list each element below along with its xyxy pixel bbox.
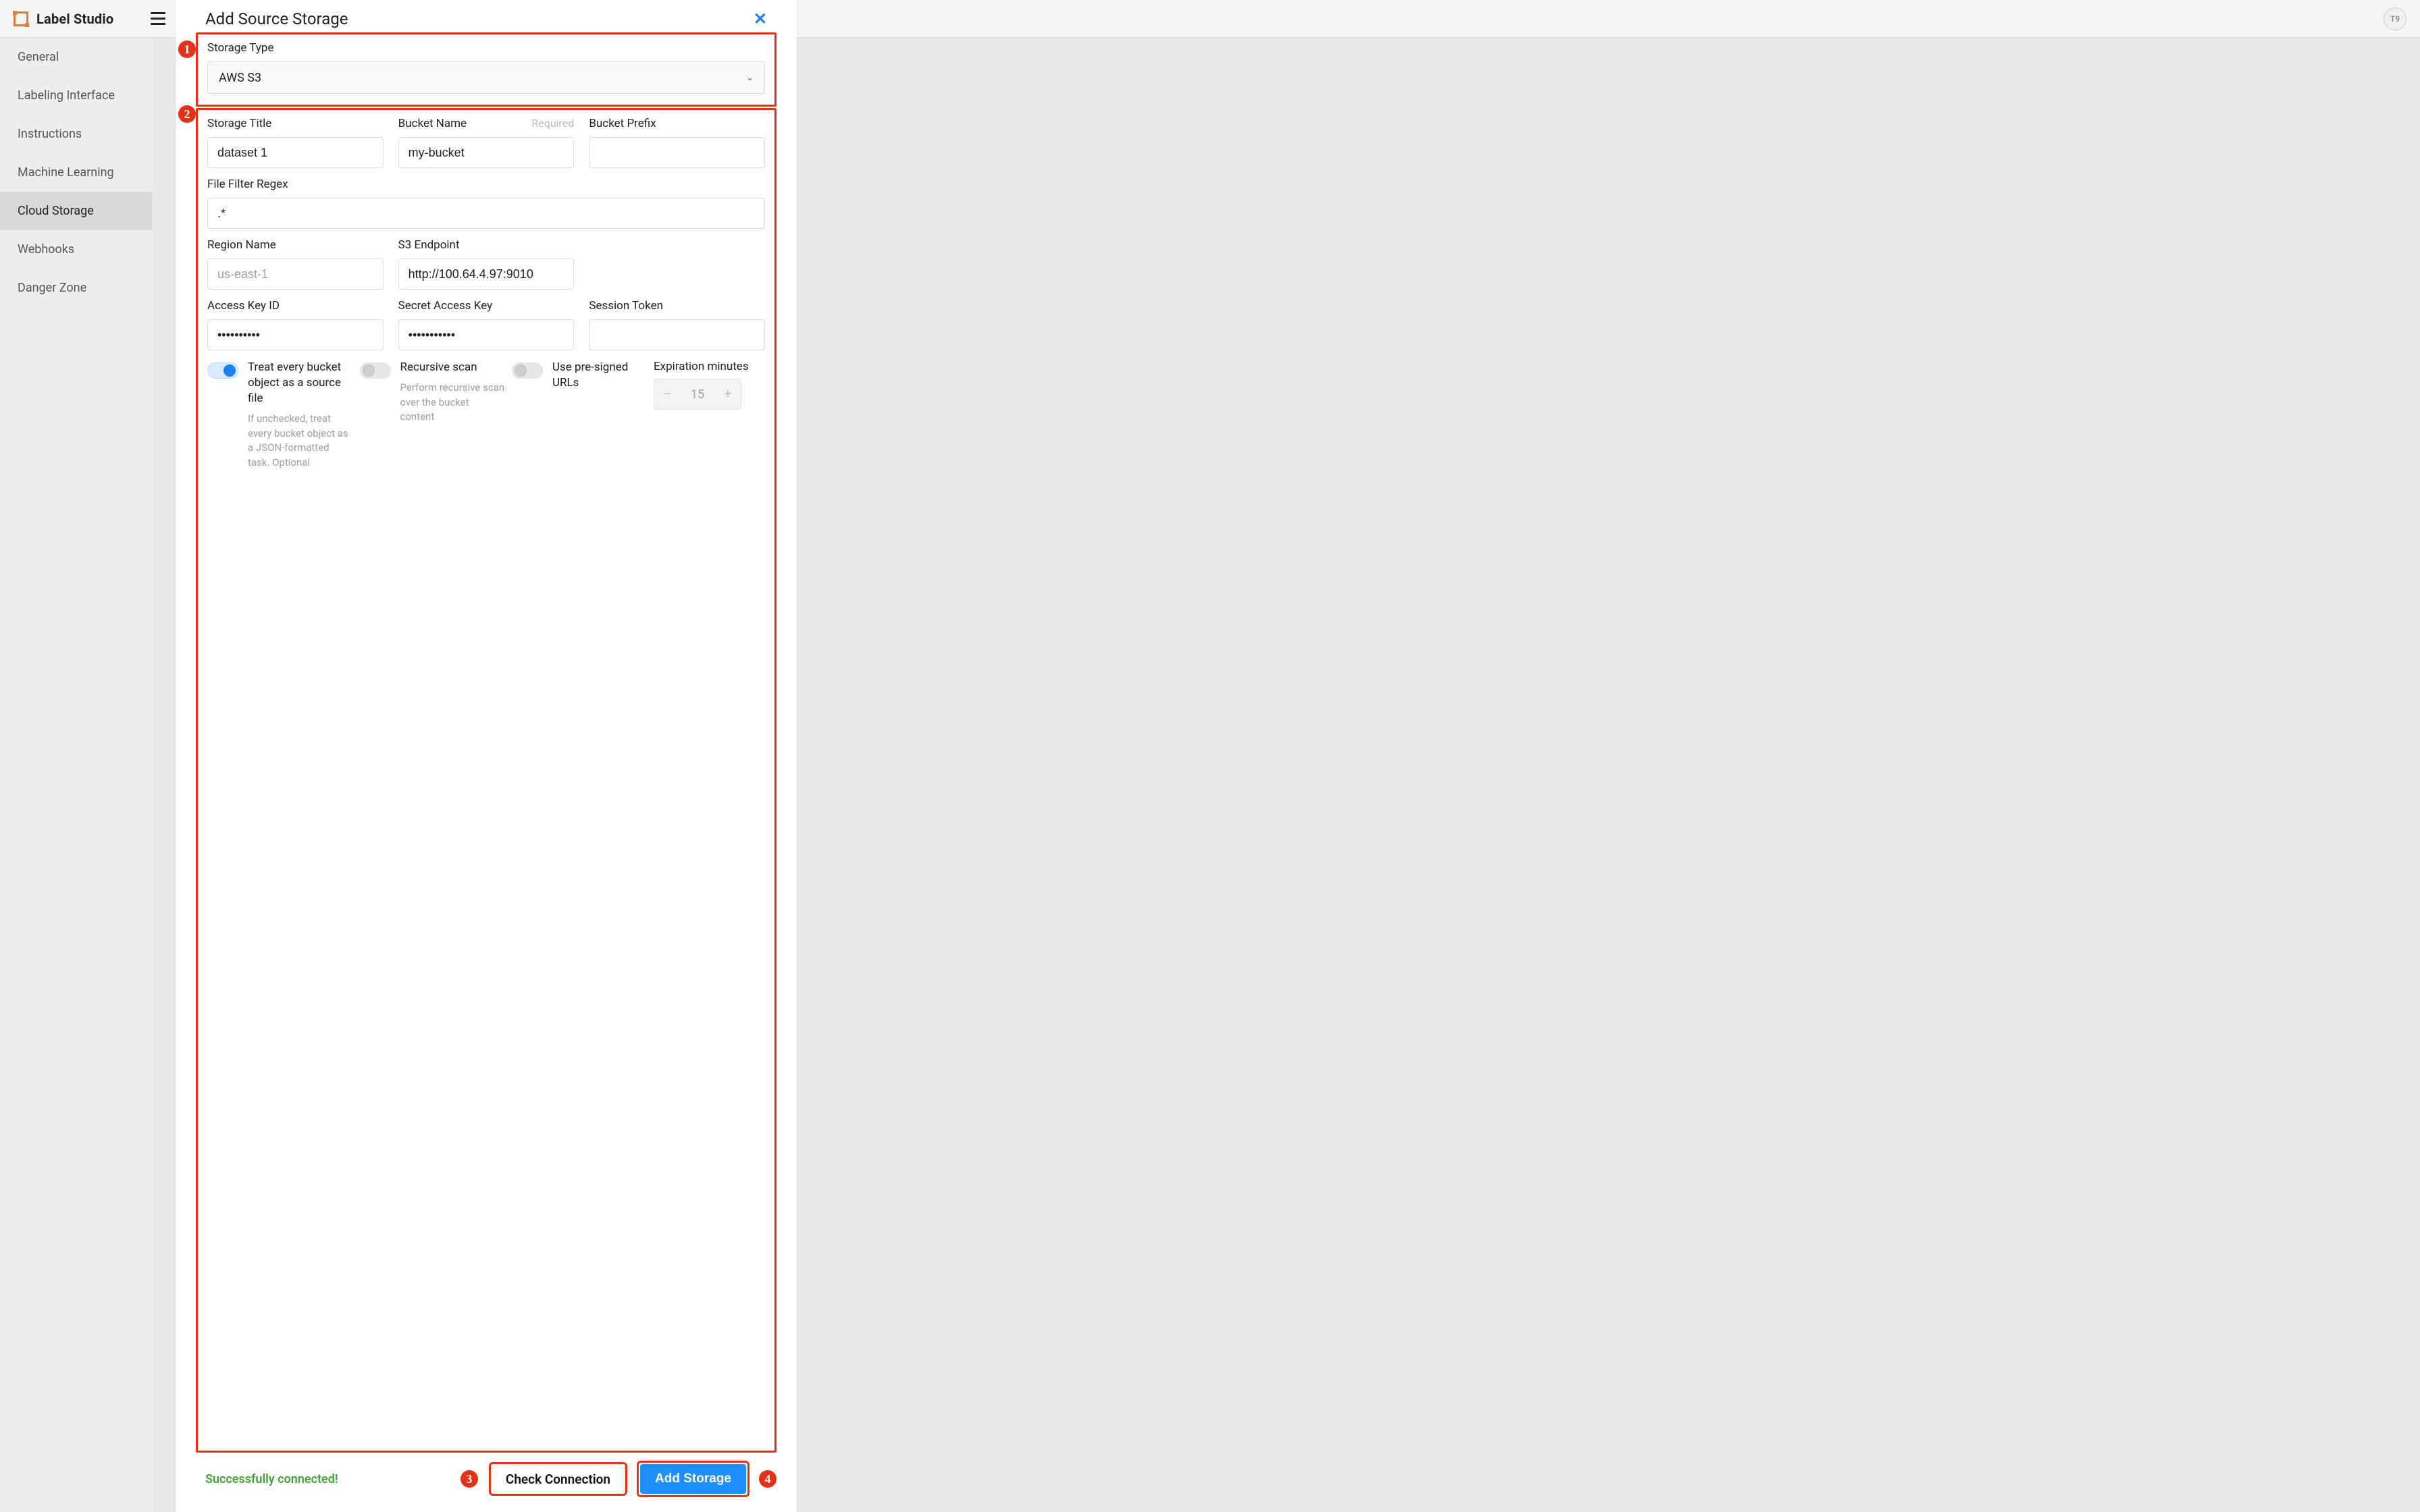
region-input[interactable] (207, 259, 384, 290)
hamburger-icon[interactable] (151, 12, 165, 25)
sidebar-item-general[interactable]: General (0, 38, 152, 76)
logo-icon (14, 11, 28, 26)
secret-key-label: Secret Access Key (398, 299, 575, 313)
access-key-label: Access Key ID (207, 299, 384, 313)
add-storage-button[interactable]: Add Storage (640, 1464, 746, 1494)
expiration-stepper[interactable]: − 15 + (654, 379, 741, 410)
sidebar-item-danger-zone[interactable]: Danger Zone (0, 269, 152, 307)
toggle-treat-as-source-help: If unchecked, treat every bucket object … (248, 412, 353, 470)
storage-type-value: AWS S3 (219, 71, 261, 85)
endpoint-input[interactable] (398, 259, 575, 290)
storage-type-label: Storage Type (207, 41, 765, 55)
modal-title: Add Source Storage (205, 9, 348, 28)
sidebar-item-labeling-interface[interactable]: Labeling Interface (0, 76, 152, 115)
logo[interactable]: Label Studio (14, 11, 113, 27)
storage-title-input[interactable] (207, 137, 384, 168)
required-tag: Required (531, 117, 574, 130)
expiration-label: Expiration minutes (654, 360, 749, 373)
sidebar-item-machine-learning[interactable]: Machine Learning (0, 153, 152, 192)
expiration-decrement[interactable]: − (654, 379, 680, 409)
toggle-recursive-scan-help: Perform recursive scan over the bucket c… (400, 381, 506, 425)
toggle-recursive-scan-label: Recursive scan (400, 360, 506, 375)
bucket-prefix-label: Bucket Prefix (589, 117, 765, 130)
bucket-name-input[interactable] (398, 137, 575, 168)
region-label: Region Name (207, 238, 384, 252)
section-storage-details: Storage Title Bucket Name Required Bucke… (196, 108, 777, 1453)
modal-add-source-storage: Add Source Storage ✕ 1 2 Storage Type AW… (176, 0, 797, 1512)
annotation-marker-2: 2 (178, 105, 196, 123)
secret-key-input[interactable] (398, 319, 575, 350)
close-icon[interactable]: ✕ (754, 11, 767, 27)
modal-footer: Successfully connected! 3 Check Connecti… (176, 1453, 797, 1512)
bucket-name-label: Bucket Name Required (398, 117, 575, 130)
expiration-increment[interactable]: + (715, 379, 741, 409)
annotation-marker-3: 3 (461, 1470, 478, 1488)
expiration-value: 15 (680, 387, 715, 402)
check-connection-button[interactable]: Check Connection (489, 1462, 627, 1496)
endpoint-label: S3 Endpoint (398, 238, 575, 252)
toggle-presigned-urls-label: Use pre-signed URLs (552, 360, 647, 391)
connection-success-msg: Successfully connected! (205, 1472, 338, 1486)
storage-type-select[interactable]: AWS S3 ⌄ (207, 61, 765, 94)
sidebar: General Labeling Interface Instructions … (0, 38, 152, 1512)
file-filter-input[interactable] (207, 198, 765, 229)
toggle-recursive-scan[interactable] (360, 362, 391, 379)
file-filter-label: File Filter Regex (207, 178, 765, 191)
storage-title-label: Storage Title (207, 117, 384, 130)
access-key-input[interactable] (207, 319, 384, 350)
session-token-input[interactable] (589, 319, 765, 350)
user-avatar[interactable]: T9 (2384, 7, 2406, 30)
bucket-prefix-input[interactable] (589, 137, 765, 168)
app-name: Label Studio (36, 11, 113, 27)
section-storage-type: Storage Type AWS S3 ⌄ (196, 32, 777, 107)
sidebar-item-instructions[interactable]: Instructions (0, 115, 152, 153)
sidebar-item-cloud-storage[interactable]: Cloud Storage (0, 192, 152, 230)
annotation-marker-4: 4 (759, 1470, 777, 1488)
session-token-label: Session Token (589, 299, 765, 313)
chevron-down-icon: ⌄ (746, 73, 754, 83)
toggle-presigned-urls[interactable] (512, 362, 543, 379)
sidebar-item-webhooks[interactable]: Webhooks (0, 230, 152, 269)
toggle-treat-as-source[interactable] (207, 362, 238, 379)
annotation-marker-1: 1 (178, 40, 196, 58)
toggle-treat-as-source-label: Treat every bucket object as a source fi… (248, 360, 353, 406)
